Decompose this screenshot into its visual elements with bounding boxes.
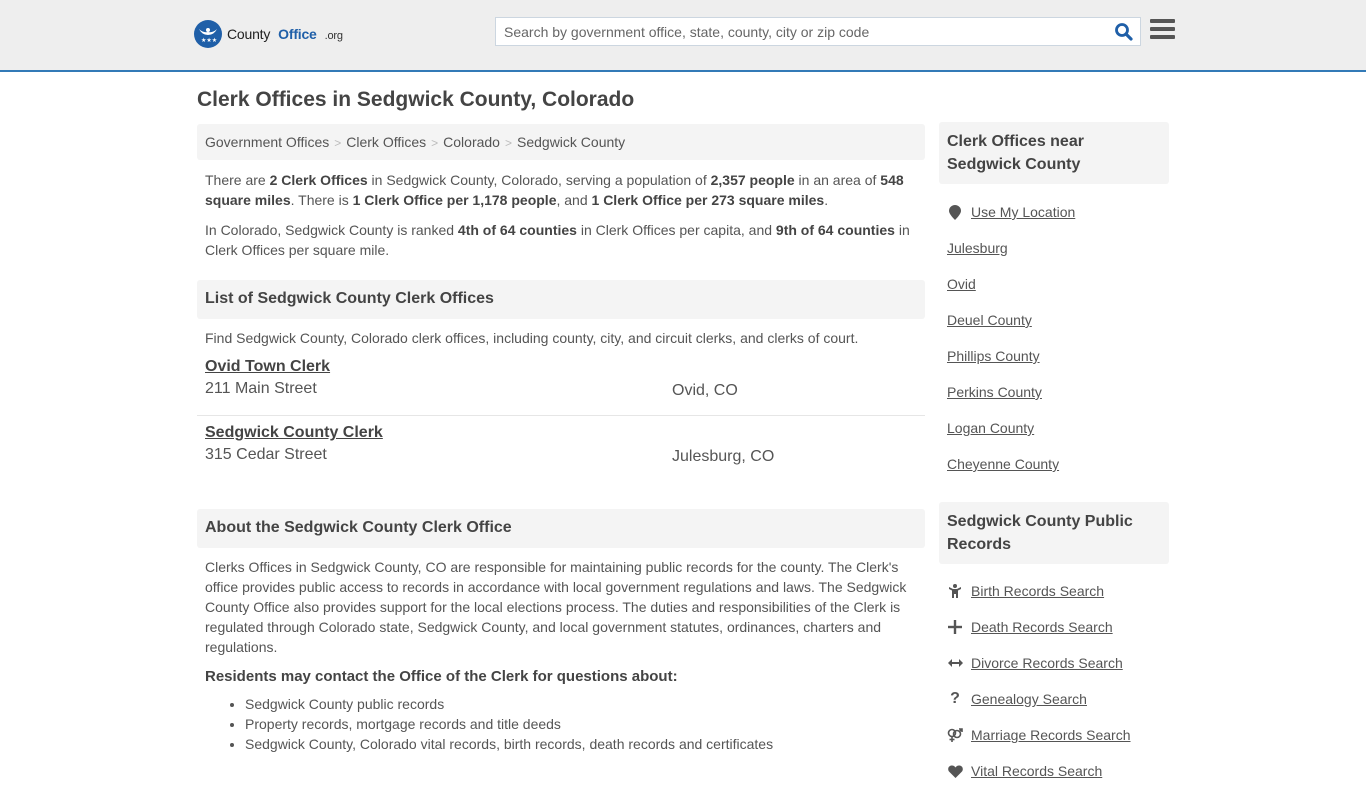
svg-text:★★★: ★★★ — [201, 37, 217, 44]
marriage-records-link[interactable]: Marriage Records Search — [971, 727, 1131, 743]
nearby-item: Perkins County — [947, 374, 1161, 410]
logo-eagle-icon: ★★★ — [194, 20, 222, 48]
office-name-link[interactable]: Sedgwick County Clerk — [205, 424, 383, 442]
breadcrumb-separator: > — [334, 136, 342, 150]
intro-paragraph: There are 2 Clerk Offices in Sedgwick Co… — [205, 172, 904, 208]
site-logo[interactable]: ★★★ County Office .org — [194, 20, 343, 48]
topics-list: Sedgwick County public records Property … — [197, 694, 925, 754]
search-icon — [1115, 23, 1133, 41]
nearby-link-deuel-county[interactable]: Deuel County — [947, 312, 1032, 328]
records-item: ? Genealogy Search — [947, 681, 1161, 717]
arrows-horizontal-icon — [947, 658, 963, 668]
topic-item: Property records, mortgage records and t… — [245, 714, 925, 734]
nearby-item: Deuel County — [947, 302, 1161, 338]
vital-records-link[interactable]: Vital Records Search — [971, 763, 1102, 779]
nearby-link-phillips-county[interactable]: Phillips County — [947, 348, 1040, 364]
hamburger-menu-icon[interactable] — [1150, 19, 1175, 41]
office-city: Julesburg, CO — [672, 448, 775, 465]
logo-text: County Office .org — [227, 26, 343, 42]
divorce-records-link[interactable]: Divorce Records Search — [971, 655, 1123, 671]
nearby-item: Julesburg — [947, 230, 1161, 266]
public-records-heading: Sedgwick County Public Records — [939, 502, 1169, 564]
about-section-heading: About the Sedgwick County Clerk Office — [197, 509, 925, 548]
main-content: Government Offices > Clerk Offices > Colorad… — [197, 124, 925, 754]
search-box — [495, 17, 1141, 46]
nearby-offices-list: Use My Location Julesburg Ovid Deuel Cou… — [939, 194, 1169, 482]
nearby-link-perkins-county[interactable]: Perkins County — [947, 384, 1042, 400]
nearby-link-julesburg[interactable]: Julesburg — [947, 240, 1008, 256]
records-item: Vital Records Search — [947, 753, 1161, 789]
death-records-link[interactable]: Death Records Search — [971, 619, 1113, 635]
nearby-link-logan-county[interactable]: Logan County — [947, 420, 1034, 436]
site-header: ★★★ County Office .org — [0, 0, 1366, 72]
list-section-heading: List of Sedgwick County Clerk Offices — [197, 280, 925, 319]
breadcrumb-government-offices[interactable]: Government Offices — [205, 134, 329, 150]
office-address: 315 Cedar Street — [205, 446, 327, 463]
page-title: Clerk Offices in Sedgwick County, Colora… — [197, 88, 635, 111]
question-icon: ? — [950, 690, 960, 707]
breadcrumb-separator: > — [431, 136, 439, 150]
use-location-item: Use My Location — [947, 194, 1161, 230]
records-item: Divorce Records Search — [947, 645, 1161, 681]
nearby-link-cheyenne-county[interactable]: Cheyenne County — [947, 456, 1059, 472]
search-input[interactable] — [496, 18, 1096, 45]
office-address: 211 Main Street — [205, 380, 317, 397]
plus-icon — [947, 620, 963, 634]
venus-mars-icon — [947, 728, 963, 742]
about-text: Clerks Offices in Sedgwick County, CO ar… — [205, 559, 907, 655]
list-description: Find Sedgwick County, Colorado clerk off… — [205, 330, 859, 346]
child-icon — [947, 584, 963, 598]
records-item: Death Records Search — [947, 609, 1161, 645]
office-name-link[interactable]: Ovid Town Clerk — [205, 358, 330, 376]
map-marker-icon — [947, 204, 963, 220]
nearby-item: Phillips County — [947, 338, 1161, 374]
breadcrumb-clerk-offices[interactable]: Clerk Offices — [346, 134, 426, 150]
ranking-paragraph: In Colorado, Sedgwick County is ranked 4… — [205, 222, 910, 258]
heartbeat-icon — [947, 764, 963, 778]
nearby-link-ovid[interactable]: Ovid — [947, 276, 976, 292]
topic-item: Sedgwick County public records — [245, 694, 925, 714]
nearby-item: Cheyenne County — [947, 446, 1161, 482]
breadcrumb-colorado[interactable]: Colorado — [443, 134, 500, 150]
office-list: Ovid Town Clerk 211 Main Street Ovid, CO… — [197, 358, 925, 480]
use-my-location-link[interactable]: Use My Location — [971, 204, 1075, 220]
breadcrumb: Government Offices > Clerk Offices > Colorad… — [197, 124, 925, 160]
nearby-item: Logan County — [947, 410, 1161, 446]
office-city: Ovid, CO — [672, 382, 738, 399]
office-item: Ovid Town Clerk 211 Main Street Ovid, CO — [197, 358, 925, 415]
nearby-item: Ovid — [947, 266, 1161, 302]
records-item: Birth Records Search — [947, 573, 1161, 609]
breadcrumb-current: Sedgwick County — [517, 134, 626, 150]
topic-item: Sedgwick County, Colorado vital records,… — [245, 734, 925, 754]
office-item: Sedgwick County Clerk 315 Cedar Street J… — [197, 415, 925, 480]
birth-records-link[interactable]: Birth Records Search — [971, 583, 1104, 599]
public-records-list: Birth Records Search Death Records Searc… — [939, 573, 1169, 789]
genealogy-search-link[interactable]: Genealogy Search — [971, 691, 1087, 707]
records-item: Marriage Records Search — [947, 717, 1161, 753]
nearby-offices-heading: Clerk Offices near Sedgwick County — [939, 122, 1169, 184]
search-button[interactable] — [1114, 22, 1134, 42]
residents-heading: Residents may contact the Office of the … — [205, 668, 678, 685]
sidebar: Clerk Offices near Sedgwick County Use M… — [939, 122, 1169, 789]
breadcrumb-separator: > — [504, 136, 512, 150]
